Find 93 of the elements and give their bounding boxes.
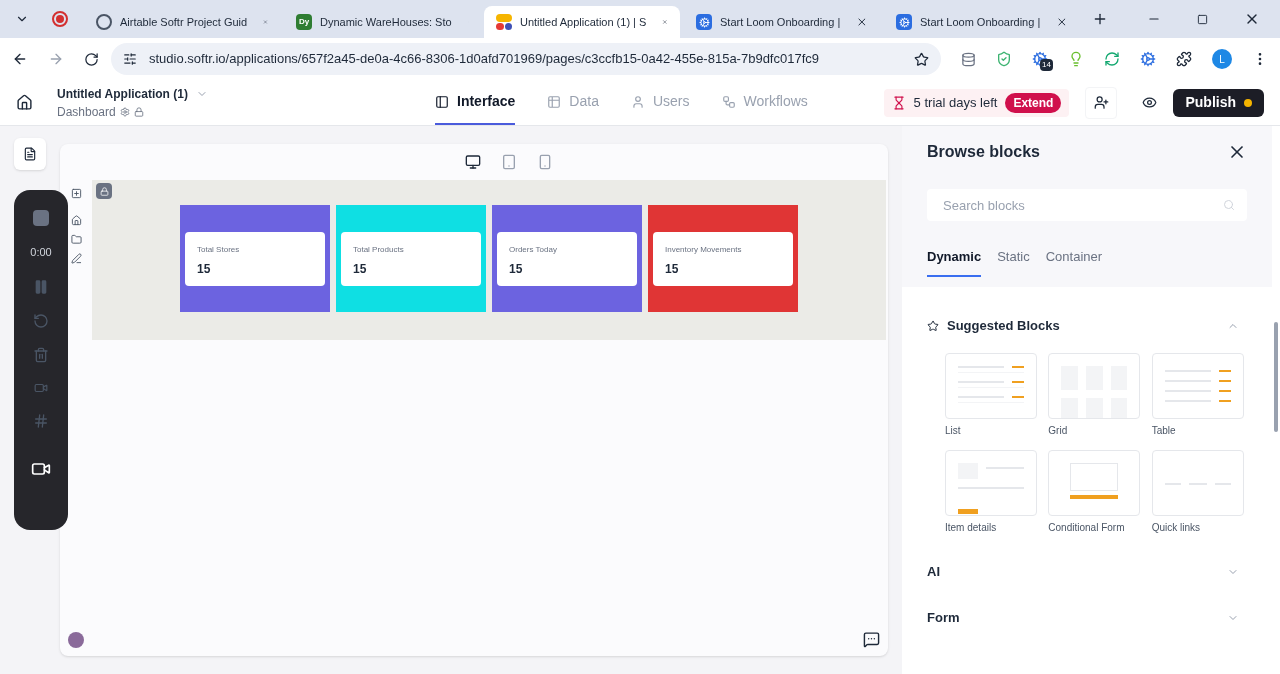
record-icon xyxy=(52,11,68,27)
url-text: studio.softr.io/applications/657f2a45-de0a-4c66-8306-1d0afd701969/pages/c3ccfb15-0a42-455e-815a-7b9dfc017fc9 xyxy=(149,50,820,69)
panel-title: Browse blocks xyxy=(927,142,1040,162)
trial-text: 5 trial days left xyxy=(913,93,998,112)
stat-label: Total Stores xyxy=(197,243,241,256)
hourglass-icon xyxy=(891,95,906,110)
block-label[interactable]: Table xyxy=(1151,422,1247,438)
tab-title: Start Loom Onboarding | xyxy=(920,14,1041,30)
bookmark-icon[interactable] xyxy=(914,51,929,67)
profile-avatar[interactable]: L xyxy=(1212,49,1232,69)
restart-icon[interactable] xyxy=(33,312,49,329)
panel-tab[interactable]: Container xyxy=(1045,247,1103,277)
stat-value: 15 xyxy=(665,260,680,278)
tab-favicon-icon xyxy=(896,14,912,30)
page-name: Dashboard xyxy=(57,103,116,121)
stat-label: Inventory Movements xyxy=(665,243,743,256)
folder-icon[interactable] xyxy=(70,234,82,245)
settings-icon[interactable] xyxy=(119,106,130,117)
add-user-icon xyxy=(1093,95,1109,110)
block-label[interactable]: Quick links xyxy=(1151,519,1247,535)
publish-button[interactable]: Publish xyxy=(1173,88,1264,117)
device-toggle[interactable] xyxy=(463,152,483,172)
stat-value: 15 xyxy=(353,260,368,278)
workflow-icon xyxy=(721,94,736,109)
extend-button[interactable]: Extend xyxy=(1005,92,1062,113)
tab-title: Start Loom Onboarding | xyxy=(720,14,841,30)
forward-icon[interactable] xyxy=(48,51,64,67)
panel-tab[interactable]: Static xyxy=(997,247,1030,277)
search-field[interactable]: Search blocks xyxy=(927,189,1247,221)
page-icon xyxy=(23,147,37,161)
block-label[interactable]: Conditional Form xyxy=(1048,519,1144,535)
close-icon[interactable] xyxy=(856,16,868,28)
invite-button[interactable] xyxy=(1085,86,1118,119)
recording-time: 0:00 xyxy=(30,245,52,260)
extensions-icon[interactable] xyxy=(1176,51,1192,67)
section-header[interactable]: Form xyxy=(927,594,1247,641)
table-icon xyxy=(547,94,562,109)
panel-icon xyxy=(435,94,449,109)
browser-tab[interactable]: Untitled Application (1) | S xyxy=(484,6,680,38)
stat-value: 15 xyxy=(509,260,524,278)
tab-favicon-icon xyxy=(696,14,712,30)
section-title: Suggested Blocks xyxy=(947,316,1061,335)
chat-icon[interactable] xyxy=(863,631,880,648)
tab-favicon-icon xyxy=(96,14,112,30)
tab-favicon-icon xyxy=(496,14,512,30)
section-title: AI xyxy=(927,562,941,581)
tab-title: Airtable Softr Project Guid xyxy=(120,14,248,30)
pen-icon[interactable] xyxy=(70,253,82,264)
add-icon[interactable] xyxy=(70,188,82,199)
browser-tab[interactable]: Dy Dynamic WareHouses: Sto xyxy=(284,6,480,38)
sync-icon[interactable] xyxy=(1104,51,1120,67)
section-header[interactable]: AI xyxy=(927,548,1247,595)
browser-tab[interactable]: Start Loom Onboarding | xyxy=(684,6,880,38)
block-label[interactable]: List xyxy=(945,422,1041,438)
star-icon xyxy=(927,319,939,332)
lock-badge-icon xyxy=(96,183,112,199)
address-bar[interactable]: studio.softr.io/applications/657f2a45-de0a-4c66-8306-1d0afd701969/pages/c3ccfb15-0a42-455e-815a-7b9dfc017fc9 xyxy=(111,43,941,75)
nav-tab[interactable]: Interface xyxy=(435,80,516,125)
stat-value: 15 xyxy=(197,260,212,278)
monitor-icon xyxy=(465,154,481,170)
stop-icon[interactable] xyxy=(33,210,49,226)
user-avatar[interactable] xyxy=(68,631,84,648)
stats-section[interactable]: Total Stores 15 Total Products 15 Orders Today 15 Inventory Movements 15 xyxy=(92,180,886,340)
maximize-icon[interactable] xyxy=(1197,14,1208,25)
browser-tab[interactable]: Start Loom Onboarding | xyxy=(884,6,1080,38)
panel-tab[interactable]: Dynamic xyxy=(927,247,982,277)
reload-icon[interactable] xyxy=(84,51,99,67)
tab-favicon-icon: Dy xyxy=(296,14,312,30)
stat-label: Total Products xyxy=(353,243,405,256)
browser-tab[interactable]: Airtable Softr Project Guid xyxy=(84,6,280,38)
pages-button[interactable] xyxy=(14,138,46,170)
app-title[interactable]: Untitled Application (1) xyxy=(57,84,188,103)
close-icon[interactable] xyxy=(1056,16,1068,28)
lightbulb-icon[interactable] xyxy=(1068,51,1084,67)
user-icon xyxy=(630,94,645,109)
site-settings-icon[interactable] xyxy=(123,52,137,66)
block-label[interactable]: Grid xyxy=(1048,422,1144,438)
section-title: Form xyxy=(927,608,961,627)
back-icon[interactable] xyxy=(12,51,28,67)
extension-badge: 14 xyxy=(1040,59,1053,71)
shield-icon[interactable] xyxy=(996,51,1012,67)
new-tab-icon[interactable] xyxy=(1092,11,1108,27)
section-header[interactable]: Suggested Blocks xyxy=(927,302,1247,349)
lock-icon[interactable] xyxy=(133,106,144,117)
search-icon xyxy=(1223,199,1235,211)
eye-icon xyxy=(1141,95,1157,110)
tab-title: Dynamic WareHouses: Sto xyxy=(320,14,452,30)
tab-title: Untitled Application (1) | S xyxy=(520,14,647,30)
phone-icon xyxy=(537,154,553,170)
block-label[interactable]: Item details xyxy=(945,519,1041,535)
home-icon[interactable] xyxy=(16,94,33,111)
stat-label: Orders Today xyxy=(509,243,558,256)
tablet-icon xyxy=(501,154,517,170)
